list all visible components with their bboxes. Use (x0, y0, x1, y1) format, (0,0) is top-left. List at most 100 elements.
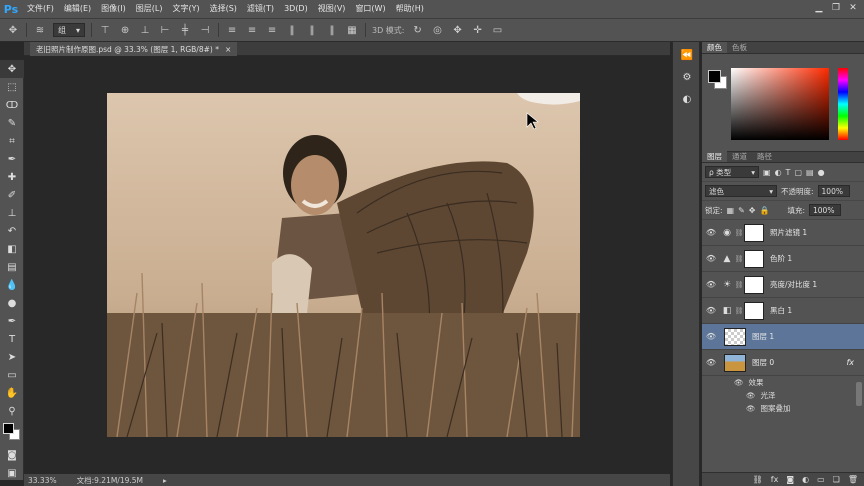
effect-row-pattern-overlay[interactable]: 👁 图案叠加 (702, 402, 864, 415)
menu-select[interactable]: 选择(S) (205, 0, 242, 18)
align-right-icon[interactable]: ⊣ (198, 23, 212, 37)
new-group-icon[interactable]: ▭ (817, 475, 825, 484)
delete-layer-icon[interactable]: 🗑 (848, 475, 858, 484)
align-left-icon[interactable]: ⊢ (158, 23, 172, 37)
dodge-tool-icon[interactable]: ● (0, 294, 24, 312)
filter-shape-icon[interactable]: ▢ (794, 168, 802, 177)
close-tab-icon[interactable]: × (225, 45, 231, 54)
brush-tool-icon[interactable]: ✐ (0, 186, 24, 204)
align-vcenter-icon[interactable]: ⊕ (118, 23, 132, 37)
path-select-icon[interactable]: ➤ (0, 348, 24, 366)
color-ramp[interactable] (731, 68, 829, 140)
history-brush-icon[interactable]: ↶ (0, 222, 24, 240)
layer-row-layer1[interactable]: 👁 图层 1 (702, 324, 864, 350)
zoom-level[interactable]: 33.33% (28, 476, 57, 485)
blend-mode-dropdown[interactable]: 滤色 ▾ (705, 185, 777, 197)
hand-tool-icon[interactable]: ✋ (0, 384, 24, 402)
menu-edit[interactable]: 编辑(E) (59, 0, 96, 18)
visibility-eye-icon[interactable]: 👁 (702, 332, 720, 341)
visibility-eye-icon[interactable]: 👁 (734, 378, 744, 387)
move-tool-icon[interactable]: ✥ (6, 23, 20, 37)
auto-align-icon[interactable]: ▦ (345, 23, 359, 37)
tab-channels[interactable]: 通道 (727, 151, 752, 162)
opacity-field[interactable]: 100% (817, 185, 850, 197)
menu-window[interactable]: 窗口(W) (350, 0, 390, 18)
menu-file[interactable]: 文件(F) (22, 0, 59, 18)
tab-layers[interactable]: 图层 (702, 151, 727, 162)
type-tool-icon[interactable]: T (0, 330, 24, 348)
menu-type[interactable]: 文字(Y) (167, 0, 204, 18)
distribute-vcenter-icon[interactable]: ≡ (245, 23, 259, 37)
color-swatches-icon[interactable] (0, 420, 24, 446)
visibility-eye-icon[interactable]: 👁 (702, 280, 720, 289)
distribute-top-icon[interactable]: ≡ (225, 23, 239, 37)
visibility-eye-icon[interactable]: 👁 (702, 228, 720, 237)
distribute-right-icon[interactable]: ‖ (325, 23, 339, 37)
effects-row[interactable]: 👁 效果 (702, 376, 864, 389)
layer-mask-thumbnail[interactable] (744, 223, 764, 242)
eraser-tool-icon[interactable]: ◧ (0, 240, 24, 258)
menu-help[interactable]: 帮助(H) (391, 0, 429, 18)
properties-panel-icon[interactable]: ⚙ (676, 68, 698, 86)
layers-scrollbar[interactable] (856, 382, 862, 406)
filter-smart-object-icon[interactable]: ▤ (806, 168, 814, 177)
add-style-icon[interactable]: fx (771, 475, 779, 484)
visibility-eye-icon[interactable]: 👁 (702, 306, 720, 315)
visibility-eye-icon[interactable]: 👁 (746, 391, 756, 400)
pen-tool-icon[interactable]: ✒ (0, 312, 24, 330)
layer-row-photo-filter[interactable]: 👁 ◉ ⛓ 照片滤镜 1 (702, 220, 864, 246)
filter-adjustment-icon[interactable]: ◐ (775, 168, 782, 177)
layer-row-brightness-contrast[interactable]: 👁 ☀ ⛓ 亮度/对比度 1 (702, 272, 864, 298)
lasso-tool-icon[interactable]: ↀ (0, 96, 24, 114)
rectangle-tool-icon[interactable]: ▭ (0, 366, 24, 384)
layer-mask-thumbnail[interactable] (744, 301, 764, 320)
3d-pan-icon[interactable]: ✥ (451, 23, 465, 37)
minimize-icon[interactable]: ▁ (812, 2, 826, 13)
layer-thumbnail[interactable] (724, 353, 746, 372)
tab-color[interactable]: 颜色 (702, 42, 727, 53)
history-panel-icon[interactable]: ⏪ (676, 46, 698, 64)
menu-layer[interactable]: 图层(L) (131, 0, 168, 18)
menu-image[interactable]: 图像(I) (96, 0, 131, 18)
move-tool-icon[interactable]: ✥ (0, 60, 24, 78)
new-adjustment-icon[interactable]: ◐ (802, 475, 809, 484)
distribute-hcenter-icon[interactable]: ‖ (305, 23, 319, 37)
add-mask-icon[interactable]: ◙ (786, 475, 794, 484)
zoom-tool-icon[interactable]: ⚲ (0, 402, 24, 420)
layers-stack-icon[interactable]: ≋ (33, 23, 47, 37)
quick-mask-icon[interactable]: ◙ (0, 446, 24, 464)
document-canvas-photo[interactable] (107, 93, 580, 437)
3d-rotate-icon[interactable]: ↻ (411, 23, 425, 37)
menu-filter[interactable]: 滤镜(T) (242, 0, 279, 18)
gradient-tool-icon[interactable]: ▤ (0, 258, 24, 276)
new-layer-icon[interactable]: ❏ (833, 475, 840, 484)
filter-type-icon[interactable]: T (786, 168, 791, 177)
visibility-eye-icon[interactable]: 👁 (746, 404, 756, 413)
close-icon[interactable]: ✕ (846, 2, 860, 13)
filter-toggle-icon[interactable]: ● (818, 168, 825, 177)
layer-thumbnail[interactable] (724, 327, 746, 346)
status-menu-arrow-icon[interactable]: ▸ (163, 476, 167, 485)
hue-slider[interactable] (838, 68, 848, 140)
effect-row-satin[interactable]: 👁 光泽 (702, 389, 864, 402)
lock-all-icon[interactable]: 🔒 (760, 206, 770, 215)
menu-view[interactable]: 视图(V) (313, 0, 351, 18)
clone-stamp-icon[interactable]: ⊥ (0, 204, 24, 222)
visibility-eye-icon[interactable]: 👁 (702, 254, 720, 263)
screen-mode-icon[interactable]: ▣ (0, 464, 24, 482)
3d-slide-icon[interactable]: ✛ (471, 23, 485, 37)
align-top-icon[interactable]: ⊤ (98, 23, 112, 37)
lock-position-icon[interactable]: ✥ (749, 206, 756, 215)
fx-badge-icon[interactable]: fx (846, 358, 854, 367)
distribute-left-icon[interactable]: ‖ (285, 23, 299, 37)
3d-scale-icon[interactable]: ▭ (491, 23, 505, 37)
menu-3d[interactable]: 3D(D) (279, 0, 313, 18)
restore-icon[interactable]: ❐ (829, 2, 843, 13)
tab-paths[interactable]: 路径 (752, 151, 777, 162)
document-tab[interactable]: 老旧照片制作原图.psd @ 33.3% (图层 1, RGB/8#) * × (30, 42, 238, 56)
foreground-color[interactable] (3, 423, 14, 434)
layer-mask-thumbnail[interactable] (744, 249, 764, 268)
layer-filter-dropdown[interactable]: ρ 类型 ▾ (705, 166, 759, 178)
quick-select-tool-icon[interactable]: ✎ (0, 114, 24, 132)
link-layers-icon[interactable]: ⛓ (753, 475, 763, 484)
